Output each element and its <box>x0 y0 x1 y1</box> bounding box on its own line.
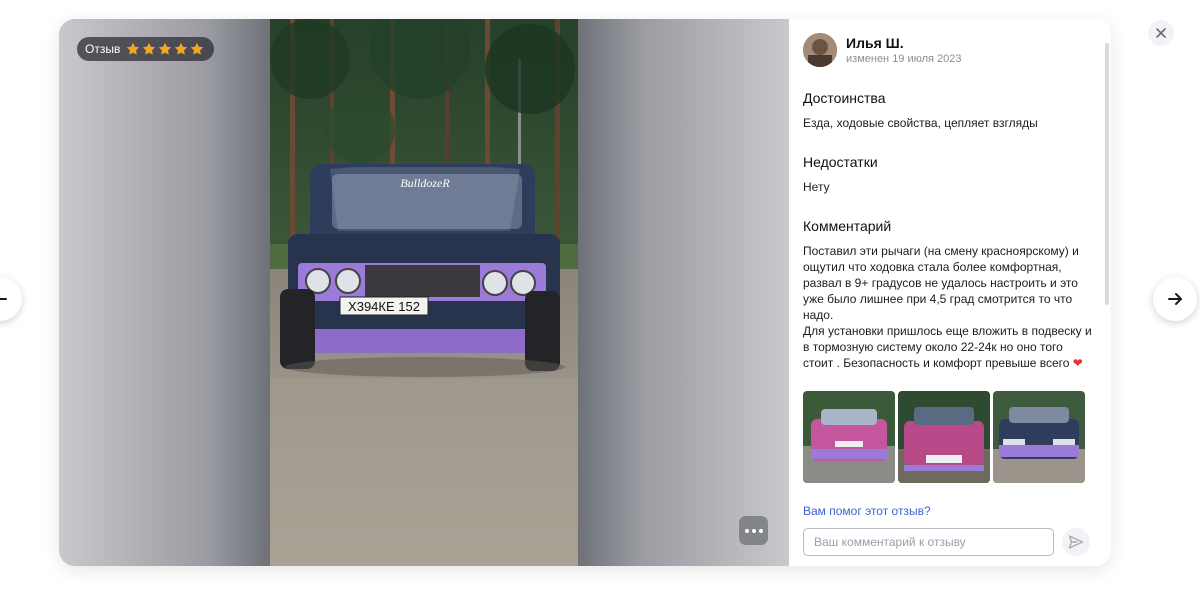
arrow-left-icon <box>0 294 7 304</box>
helpful-question: Вам помог этот отзыв? <box>803 504 931 518</box>
heart-icon: ❤ <box>1072 356 1083 370</box>
photo-blur-left <box>59 19 270 566</box>
send-comment-button[interactable] <box>1062 528 1090 556</box>
review-photo-thumbnail[interactable] <box>898 391 990 483</box>
cons-text: Нету <box>803 180 830 194</box>
review-viewer: BulldozeR Х394КЕ 152 Отзыв Илья Ш. измен… <box>59 19 1111 566</box>
review-panel: Илья Ш. изменен 19 июля 2023 Достоинства… <box>789 19 1111 566</box>
star-icon <box>191 42 204 55</box>
photo-blur-right <box>578 19 789 566</box>
rating-badge-label: Отзыв <box>85 42 121 56</box>
windshield-sticker: BulldozeR <box>400 176 450 190</box>
star-icon <box>127 42 140 55</box>
media-viewer: BulldozeR Х394КЕ 152 Отзыв <box>59 19 789 566</box>
review-photo-thumbnail[interactable] <box>993 391 1085 483</box>
more-dot <box>751 528 756 533</box>
rating-stars <box>126 42 204 56</box>
close-button[interactable] <box>1148 20 1174 46</box>
comment-text: Поставил эти рычаги (на смену красноярск… <box>803 244 1092 370</box>
pros-text: Езда, ходовые свойства, цепляет взгляды <box>803 116 1038 130</box>
next-review-button[interactable] <box>1153 277 1197 321</box>
review-photo-thumbnail[interactable] <box>803 391 895 483</box>
thumbnail-image <box>993 391 1085 483</box>
previous-review-button[interactable] <box>0 277 22 321</box>
pros-title: Достоинства <box>803 90 886 106</box>
cons-title: Недостатки <box>803 154 878 170</box>
comment-body: Поставил эти рычаги (на смену красноярск… <box>803 243 1093 371</box>
star-icon <box>143 42 156 55</box>
review-scroll-area[interactable]: Илья Ш. изменен 19 июля 2023 Достоинства… <box>803 33 1093 518</box>
star-icon <box>159 42 172 55</box>
avatar-image <box>803 33 837 67</box>
main-photo[interactable]: BulldozeR Х394КЕ 152 <box>270 19 578 566</box>
review-rating-badge: Отзыв <box>77 37 215 61</box>
comment-title: Комментарий <box>803 218 892 234</box>
review-author: Илья Ш. изменен 19 июля 2023 <box>803 33 1093 67</box>
comment-form <box>803 527 1103 557</box>
arrow-right-icon <box>1168 293 1182 305</box>
send-icon <box>1068 535 1084 549</box>
more-dots-icon <box>744 528 749 533</box>
more-options-button[interactable] <box>739 516 768 545</box>
review-scrollbar[interactable] <box>1105 43 1109 305</box>
thumbnail-image <box>898 391 990 483</box>
close-icon <box>1156 28 1166 38</box>
more-dot <box>758 528 763 533</box>
comment-input[interactable] <box>803 528 1054 556</box>
avatar[interactable] <box>803 33 837 67</box>
author-name[interactable]: Илья Ш. <box>846 35 962 52</box>
license-plate: Х394КЕ 152 <box>348 299 420 314</box>
star-icon <box>175 42 188 55</box>
review-thumbnails <box>803 391 1093 483</box>
thumbnail-image <box>803 391 895 483</box>
review-date: изменен 19 июля 2023 <box>846 52 962 65</box>
car-photo-image: BulldozeR Х394КЕ 152 <box>270 19 578 566</box>
